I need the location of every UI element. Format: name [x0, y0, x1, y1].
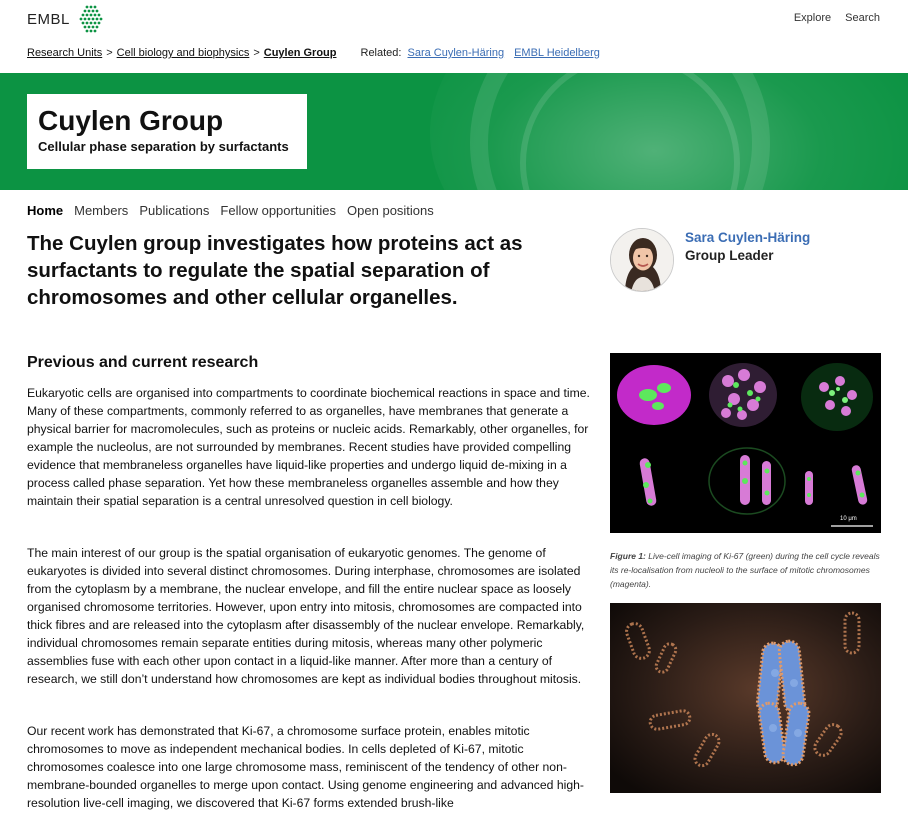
- figure-1-caption: Figure 1: Live-cell imaging of Ki-67 (gr…: [610, 549, 881, 591]
- related-label: Related:: [360, 47, 402, 59]
- tab-members[interactable]: Members: [74, 203, 128, 218]
- tab-open-positions[interactable]: Open positions: [347, 203, 434, 218]
- group-leader-role: Group Leader: [685, 248, 774, 263]
- figure-label: Figure 1:: [610, 551, 646, 561]
- figure-caption-text: Live-cell imaging of Ki-67 (green) durin…: [610, 551, 880, 589]
- page-subtitle: Cellular phase separation by surfactants: [38, 139, 289, 154]
- related-site-link[interactable]: EMBL Heidelberg: [514, 47, 600, 59]
- logo-text: EMBL: [27, 10, 70, 28]
- section-nav: Home Members Publications Fellow opportu…: [27, 203, 434, 218]
- tab-publications[interactable]: Publications: [139, 203, 209, 218]
- avatar-portrait-icon: [611, 229, 673, 291]
- chromosome-render: [610, 603, 881, 793]
- explore-link[interactable]: Explore: [794, 12, 831, 24]
- tab-home[interactable]: Home: [27, 203, 63, 218]
- breadcrumb-cell-biology[interactable]: Cell biology and biophysics: [117, 47, 250, 59]
- breadcrumb-separator: >: [253, 47, 260, 59]
- page-title: Cuylen Group: [38, 105, 224, 136]
- embl-logo[interactable]: EMBL: [27, 4, 106, 34]
- banner-ring-inner: [520, 73, 740, 190]
- section-heading: Previous and current research: [27, 354, 259, 371]
- group-leader-name[interactable]: Sara Cuylen-Häring: [685, 230, 810, 245]
- title-box: Cuylen Group Cellular phase separation b…: [27, 94, 307, 169]
- breadcrumb-separator: >: [106, 47, 113, 59]
- figure-1-microscopy-image[interactable]: 10 μm: [610, 353, 881, 533]
- logo-hexagon-icon: [79, 5, 103, 33]
- breadcrumb-research-units[interactable]: Research Units: [27, 47, 102, 59]
- top-bar: EMBL Explore Search: [0, 0, 908, 40]
- figure-2-chromosome-illustration[interactable]: [610, 603, 881, 793]
- top-nav: Explore Search: [794, 12, 880, 24]
- scale-bar-label: 10 μm: [840, 516, 857, 522]
- tab-fellow-opportunities[interactable]: Fellow opportunities: [220, 203, 336, 218]
- lead-statement: The Cuylen group investigates how protei…: [27, 232, 523, 309]
- group-leader-card: Sara Cuylen-Häring Group Leader: [610, 228, 880, 294]
- paragraph: Eukaryotic cells are organised into comp…: [27, 386, 590, 508]
- search-link[interactable]: Search: [845, 12, 880, 24]
- paragraph: Our recent work has demonstrated that Ki…: [27, 724, 584, 810]
- paragraph: The main interest of our group is the sp…: [27, 546, 585, 686]
- related-person-link[interactable]: Sara Cuylen-Häring: [407, 47, 504, 59]
- microscopy-panels: [610, 353, 881, 533]
- hero-banner: Cuylen Group Cellular phase separation b…: [0, 73, 908, 190]
- breadcrumb-current[interactable]: Cuylen Group: [264, 47, 337, 59]
- avatar[interactable]: [610, 228, 674, 292]
- breadcrumb: Research Units > Cell biology and biophy…: [27, 47, 610, 59]
